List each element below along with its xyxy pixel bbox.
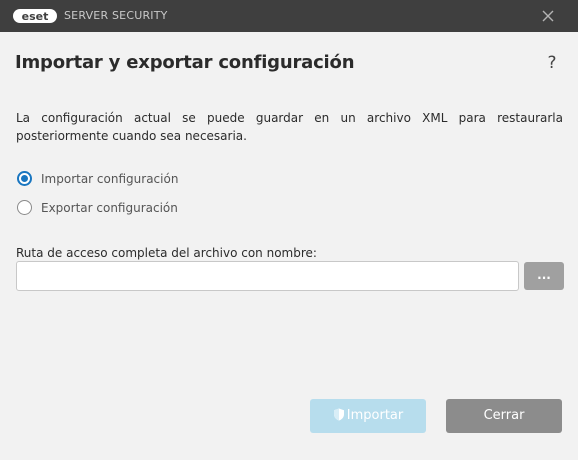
help-icon[interactable]: ? <box>544 52 560 74</box>
path-field-label: Ruta de acceso completa del archivo con … <box>16 246 317 260</box>
radio-import-config[interactable]: Importar configuración <box>16 170 186 188</box>
radio-button-unchecked[interactable] <box>17 200 32 215</box>
radio-import-label: Importar configuración <box>41 172 179 186</box>
import-button-label: Importar <box>346 408 404 423</box>
description-text: La configuración actual se puede guardar… <box>16 111 563 143</box>
title-bar: eset SERVER SECURITY <box>0 0 578 32</box>
page-title: Importar y exportar configuración <box>15 52 355 73</box>
close-button[interactable]: Cerrar <box>446 399 562 433</box>
radio-button-checked[interactable] <box>17 171 32 186</box>
close-icon[interactable] <box>538 6 558 26</box>
radio-export-label: Exportar configuración <box>41 201 178 215</box>
eset-logo-text: eset <box>22 10 49 23</box>
product-name: SERVER SECURITY <box>64 9 168 22</box>
eset-logo: eset <box>13 9 57 23</box>
radio-export-config[interactable]: Exportar configuración <box>16 199 186 217</box>
file-path-input[interactable] <box>16 261 519 291</box>
shield-icon <box>333 408 344 421</box>
browse-button[interactable]: ... <box>524 262 564 290</box>
import-button[interactable]: Importar <box>310 399 426 433</box>
